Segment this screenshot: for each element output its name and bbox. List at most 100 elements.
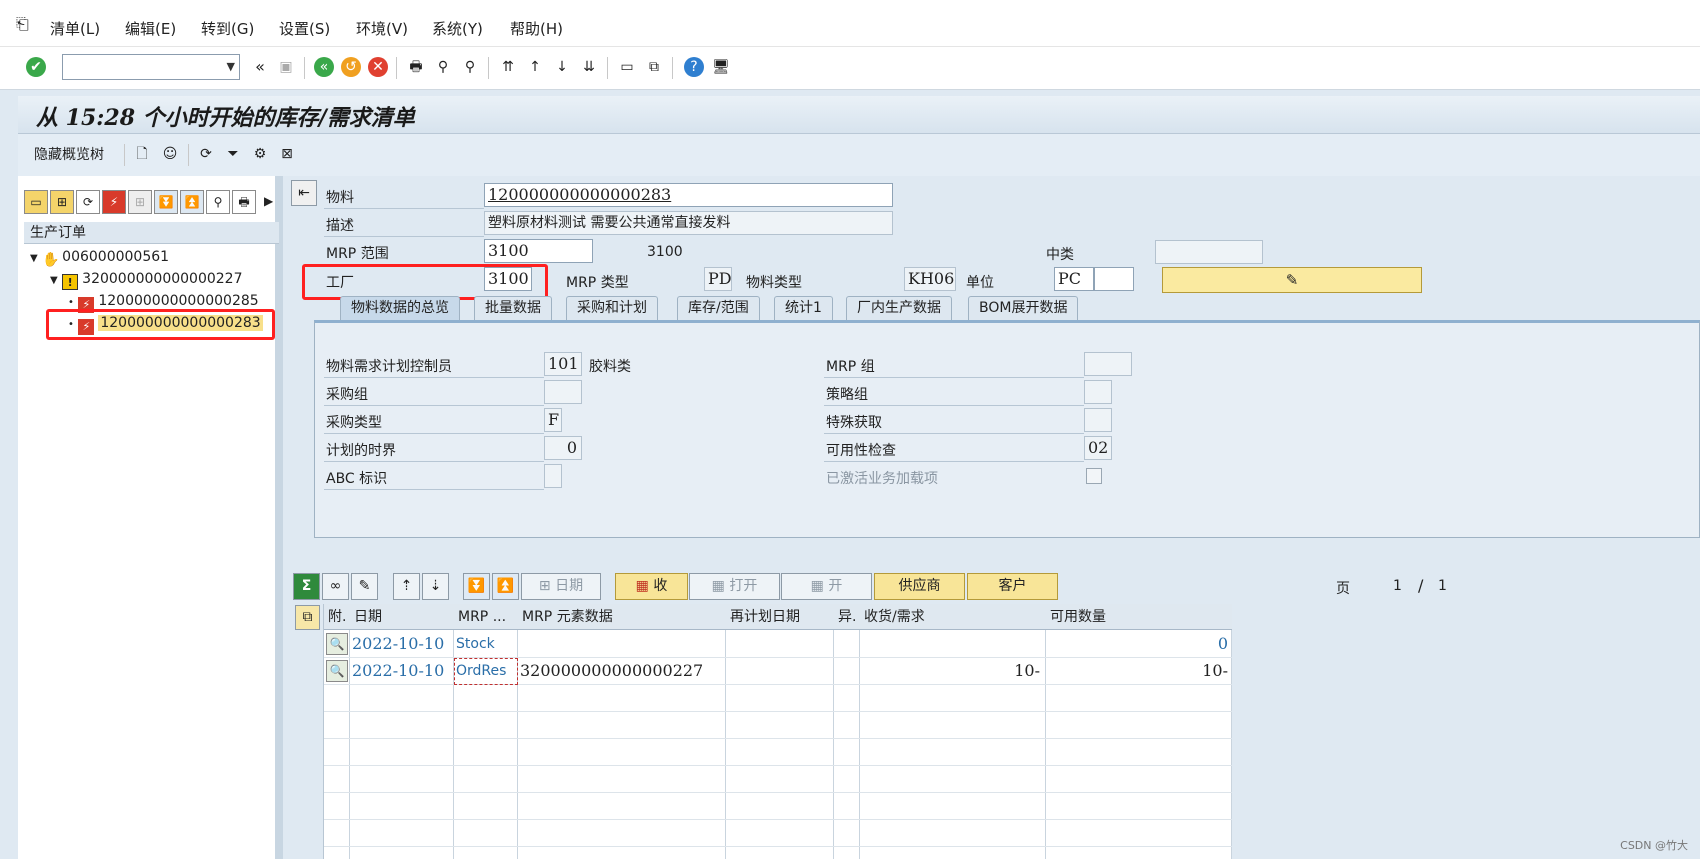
new-session-icon[interactable]: ▭ (617, 57, 637, 77)
page-separator: / (1418, 576, 1424, 595)
print-icon[interactable]: 🖶 (406, 57, 426, 77)
receipt-button[interactable]: ▦ 收 (615, 573, 688, 600)
collapse-icon[interactable]: ⏫ (492, 573, 519, 600)
unit-field[interactable]: PC (1054, 267, 1094, 291)
pencil-icon[interactable]: ✎ (351, 573, 378, 600)
menu-goto[interactable]: 转到(G) (201, 18, 254, 39)
tree-node-planned-order[interactable]: ▼ ! 320000000000000227 (50, 268, 243, 290)
standard-toolbar: ✔ ▼ « ▣ « ↺ ✕ 🖶 ⚲ ⚲ ⇈ ↑ ↓ ⇊ ▭ ⧉ ? 🖥 (0, 46, 1700, 90)
toolbar-separator (396, 57, 397, 79)
back-icon[interactable]: « (314, 57, 334, 77)
tab-bom[interactable]: BOM展开数据 (968, 296, 1079, 320)
row-line (824, 461, 1084, 462)
row-line (324, 489, 544, 490)
tree-print-icon[interactable]: 🖶 (232, 190, 256, 214)
mrp-group-field (1084, 352, 1132, 376)
material-field[interactable]: 120000000000000283 (484, 183, 893, 207)
tab-lot-size[interactable]: 批量数据 (474, 296, 552, 320)
delete-filter-icon[interactable]: ⊠ (277, 144, 297, 164)
tree-hierarchy-icon[interactable]: ⊞ (128, 190, 152, 214)
tree-exception-icon[interactable]: ⚡ (102, 190, 126, 214)
tree-structure-icon[interactable]: ⊞ (50, 190, 74, 214)
shortcut-icon[interactable]: ⧉ (644, 57, 664, 77)
grid-header-mrp[interactable]: MRP ... (454, 604, 518, 630)
filter-icon[interactable]: ⏷ (223, 144, 243, 164)
unit-extra-field[interactable] (1094, 267, 1134, 291)
material-select-button[interactable]: ⇤ (291, 180, 317, 206)
receipt-button-label: 收 (653, 578, 668, 594)
expand-icon[interactable]: ⏬ (463, 573, 490, 600)
business-addon-checkbox[interactable] (1086, 468, 1102, 484)
tab-statistics[interactable]: 统计1 (774, 296, 833, 320)
tab-stock-range[interactable]: 库存/范围 (677, 296, 760, 320)
tree-find-icon[interactable]: ⚲ (206, 190, 230, 214)
tree-node-sales-order[interactable]: ▼ ✋ 006000000561 (30, 246, 169, 268)
menu-edit[interactable]: 编辑(E) (125, 18, 176, 39)
menu-system[interactable]: 系统(Y) (432, 18, 483, 39)
double-chevron-left-icon[interactable]: « (250, 57, 270, 77)
menu-app-icon[interactable]: ⎗ (16, 14, 29, 34)
settings-person-icon[interactable]: ⚙ (250, 144, 270, 164)
link-icon[interactable]: ∞ (322, 573, 349, 600)
grid-header-receipt[interactable]: 收货/需求 (860, 604, 1046, 630)
save-icon[interactable]: ▣ (276, 57, 296, 77)
first-page-icon[interactable]: ⇈ (498, 57, 518, 77)
sum-icon[interactable]: Σ (293, 573, 320, 600)
find-next-icon[interactable]: ⚲ (460, 57, 480, 77)
structure-up-icon[interactable]: ⇡ (393, 573, 420, 600)
enter-check-icon[interactable]: ✔ (26, 57, 46, 77)
menu-settings[interactable]: 设置(S) (279, 18, 330, 39)
grid-header-attach[interactable]: 附. (324, 604, 350, 630)
cancel-icon[interactable]: ✕ (368, 57, 388, 77)
hide-tree-button[interactable]: 隐藏概览树 (34, 144, 104, 164)
menu-list[interactable]: 清单(L) (50, 18, 100, 39)
caret-right-icon[interactable]: ▶ (264, 194, 273, 208)
magnifier-icon[interactable]: 🔍 (326, 660, 348, 682)
tree-collapse-icon[interactable]: ⏫ (180, 190, 204, 214)
command-field[interactable]: ▼ (62, 54, 240, 80)
chevron-down-icon[interactable]: ▼ (227, 60, 235, 73)
edit-button[interactable]: ✎ (1162, 267, 1422, 293)
grid-row-line (324, 765, 1232, 766)
help-icon[interactable]: ? (684, 57, 704, 77)
menu-environment[interactable]: 环境(V) (356, 18, 408, 39)
abc-indicator-label: ABC 标识 (326, 471, 388, 487)
grid-header-available[interactable]: 可用数量 (1046, 604, 1232, 630)
grid-settings-icon[interactable]: ⧉ (295, 605, 320, 630)
grid-header-exception[interactable]: 异. (834, 604, 860, 630)
row-line (324, 236, 484, 237)
refresh-icon[interactable]: ⟳ (196, 144, 216, 164)
tree-option-icon[interactable]: ▭ (24, 190, 48, 214)
customer-button[interactable]: 客户 (967, 573, 1058, 600)
previous-page-icon[interactable]: ↑ (525, 57, 545, 77)
vendor-button[interactable]: 供应商 (874, 573, 965, 600)
grid-header-reschedule[interactable]: 再计划日期 (726, 604, 834, 630)
tree-expand-icon[interactable]: ⏬ (154, 190, 178, 214)
date-button[interactable]: ⊞ 日期 (521, 573, 601, 600)
open2-button[interactable]: ▦ 开 (781, 573, 872, 600)
grid-header-date[interactable]: 日期 (350, 604, 454, 630)
grid-cell-mrp[interactable]: Stock (456, 631, 495, 657)
open-button[interactable]: ▦ 打开 (689, 573, 780, 600)
find-icon[interactable]: ⚲ (433, 57, 453, 77)
caret-down-icon[interactable]: ▼ (30, 253, 38, 264)
tab-production[interactable]: 厂内生产数据 (846, 296, 952, 320)
next-page-icon[interactable]: ↓ (552, 57, 572, 77)
caret-down-icon[interactable]: ▼ (50, 275, 58, 286)
new-document-icon[interactable]: 🗋 (132, 144, 152, 164)
people-icon[interactable]: ☺ (160, 144, 180, 164)
structure-down-icon[interactable]: ⇣ (422, 573, 449, 600)
last-page-icon[interactable]: ⇊ (579, 57, 599, 77)
layout-menu-icon[interactable]: 🖥 (711, 57, 731, 77)
magnifier-icon[interactable]: 🔍 (326, 633, 348, 655)
mrp-area-field[interactable]: 3100 (484, 239, 593, 263)
tab-procurement[interactable]: 采购和计划 (566, 296, 658, 320)
grid-header-element[interactable]: MRP 元素数据 (518, 604, 726, 630)
menu-help[interactable]: 帮助(H) (510, 18, 563, 39)
tree-refresh-icon[interactable]: ⟳ (76, 190, 100, 214)
menu-bar: ⎗ 清单(L) 编辑(E) 转到(G) 设置(S) 环境(V) 系统(Y) 帮助… (0, 0, 1700, 46)
grid-column (518, 604, 726, 859)
tab-overview[interactable]: 物料数据的总览 (340, 296, 460, 320)
exit-icon[interactable]: ↺ (341, 57, 361, 77)
mrp-group-label: MRP 组 (826, 359, 875, 375)
